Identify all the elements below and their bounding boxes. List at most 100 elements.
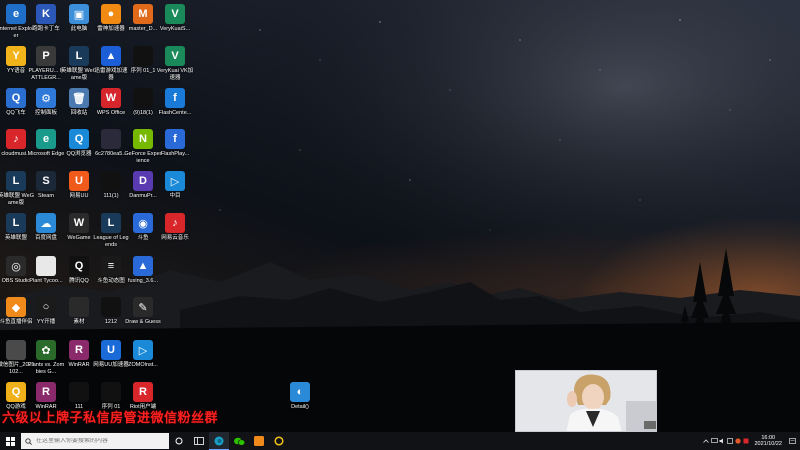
verykuai-icon: V: [165, 4, 185, 24]
fan-group-banner: 六级以上牌子私信房管进微信粉丝群: [2, 410, 219, 425]
desktop-shortcut[interactable]: f FlashPlay...: [159, 129, 191, 169]
zhongmu-icon: ▷: [165, 171, 185, 191]
desktop-shortcut[interactable]: 🗑 回收站: [63, 88, 95, 128]
this-pc-icon: ▣: [69, 4, 89, 24]
taskbar-app-wechat[interactable]: [229, 432, 249, 450]
desktop-shortcut[interactable]: Plant Tycoo...: [29, 256, 63, 296]
desktop-shortcut[interactable]: (9)18(1): [127, 88, 159, 128]
desktop-shortcut[interactable]: ≡ 斗鱼动态图: [95, 256, 127, 296]
desktop-shortcut[interactable]: ▲ fuxing_3.6...: [127, 256, 159, 296]
file-9181-icon: [133, 88, 153, 108]
desktop-shortcut-label: FlashCente...: [158, 110, 192, 116]
task-view-button[interactable]: [189, 432, 209, 450]
desktop-shortcut[interactable]: ♪ 网易云音乐: [159, 213, 191, 253]
flash-player-icon: f: [165, 129, 185, 149]
douyu-companion-icon: ◆: [6, 297, 26, 317]
kartrider-icon: K: [36, 4, 56, 24]
taskbar-app-edge[interactable]: [209, 432, 229, 450]
desktop-shortcut[interactable]: ◉ 斗鱼: [127, 213, 159, 253]
edge-icon: e: [36, 129, 56, 149]
system-tray: 16:00 2021/10/22: [702, 432, 800, 450]
tray-app-2[interactable]: [734, 432, 742, 450]
action-center-button[interactable]: [788, 432, 796, 450]
taskbar-app-yy[interactable]: [269, 432, 289, 450]
internet-explorer-icon: e: [6, 4, 26, 24]
webcam-overlay: [515, 370, 657, 432]
file-1212-icon: [101, 297, 121, 317]
desktop-shortcut[interactable]: 1212: [95, 297, 127, 337]
desktop-shortcut[interactable]: ⚙ 控制面板: [30, 88, 62, 128]
desktop-shortcut[interactable]: ◐ Detail(): [284, 382, 316, 422]
desktop-shortcut[interactable]: Q 腾讯QQ: [63, 256, 95, 296]
desktop-shortcut[interactable]: ▲ 迅雷游戏加速器: [94, 46, 128, 86]
desktop-shortcut[interactable]: S Steam: [30, 171, 62, 211]
douyu-gif-icon: ≡: [101, 256, 121, 276]
desktop-shortcut[interactable]: V VeryKuai VK加速器: [156, 46, 194, 86]
desktop-shortcut[interactable]: ● 雷神加速器: [95, 4, 127, 44]
desktop-shortcut[interactable]: W WPS Office: [95, 88, 127, 128]
search-input[interactable]: [36, 438, 166, 444]
tencent-qq-icon: Q: [69, 256, 89, 276]
show-hidden-icons-button[interactable]: [702, 432, 710, 450]
desktop-shortcut[interactable]: Q QQ浏览器: [63, 129, 95, 169]
desktop-shortcut[interactable]: W WeGame: [63, 213, 95, 253]
fuxing-icon: ▲: [133, 256, 153, 276]
leishen-accelerator-icon: ●: [101, 4, 121, 24]
desktop-shortcut[interactable]: ◎ OBS Studio: [0, 256, 32, 296]
desktop-shortcut[interactable]: N GeForce Experience: [124, 129, 162, 169]
cortana-button[interactable]: [169, 432, 189, 450]
danmu-pro-icon: D: [133, 171, 153, 191]
desktop-shortcut[interactable]: e Internet Explorer: [0, 4, 34, 44]
desktop-shortcut-label: FlashPlay...: [160, 151, 190, 157]
desktop-shortcut[interactable]: L League of Legends: [93, 213, 129, 253]
desktop-shortcut[interactable]: U 网易UU: [63, 171, 95, 211]
desktop-shortcut[interactable]: ☁ 百度网盘: [30, 213, 62, 253]
desktop-shortcut[interactable]: 6c2780ea5...: [95, 129, 127, 169]
desktop-shortcut[interactable]: U 网易UU加速器: [93, 340, 129, 380]
desktop-shortcut[interactable]: 111(1): [95, 171, 127, 211]
flash-center-icon: f: [165, 88, 185, 108]
tray-app-1[interactable]: [726, 432, 734, 450]
desktop-shortcut[interactable]: Mmaster_D...: [127, 4, 159, 44]
desktop-shortcut[interactable]: R WinRAR: [63, 340, 95, 380]
start-button[interactable]: [0, 432, 20, 450]
desktop-shortcut[interactable]: ✎ Draw & Guess: [125, 297, 161, 337]
chevron-up-icon: [703, 439, 710, 443]
desktop-shortcut-label: VeryKuai VK加速器: [156, 68, 194, 81]
tray-app-3[interactable]: [742, 432, 750, 450]
master-d-icon: M: [133, 4, 153, 24]
wps-office-icon: W: [101, 88, 121, 108]
winrar-icon: R: [69, 340, 89, 360]
desktop-shortcut[interactable]: ▣ 此电脑: [63, 4, 95, 44]
desktop-shortcut[interactable]: 序列 01_1: [127, 46, 159, 86]
desktop-shortcut[interactable]: ▷ 中目: [159, 171, 191, 211]
desktop-shortcut[interactable]: D DanmuPr...: [127, 171, 159, 211]
desktop-shortcut[interactable]: ○ YY开播: [30, 297, 62, 337]
desktop-shortcut[interactable]: ♪ cloudmusi...: [0, 129, 32, 169]
tray-network[interactable]: [710, 432, 718, 450]
sequence-01-icon: [101, 382, 121, 402]
desktop-shortcut[interactable]: V VeryKuaiS...: [159, 4, 191, 44]
taskbar-search-box[interactable]: [21, 433, 169, 449]
desktop-shortcut[interactable]: ✿ Plants vs. Zombies G...: [28, 340, 64, 380]
desktop-shortcut[interactable]: Q QQ飞车: [0, 88, 32, 128]
desktop-shortcut[interactable]: L 英雄联盟: [0, 213, 32, 253]
desktop-shortcut[interactable]: ▷ ZOMOlnst...: [127, 340, 159, 380]
desktop-shortcut[interactable]: f FlashCente...: [159, 88, 191, 128]
desktop-shortcut[interactable]: L 英雄联盟 WeGame版: [0, 171, 34, 211]
lol-icon: L: [6, 213, 26, 233]
taskbar-app-orange[interactable]: [249, 432, 269, 450]
desktop-shortcut[interactable]: P PLAYERU... BATTLEGR...: [28, 46, 64, 86]
windows-logo-icon: [5, 436, 15, 446]
desktop-shortcut[interactable]: L 英雄联盟 WeGame版: [61, 46, 97, 86]
desktop-shortcut[interactable]: K 跑跑卡丁车: [30, 4, 62, 44]
taskbar-clock[interactable]: 16:00 2021/10/22: [754, 435, 782, 448]
verykuai-vk-icon: V: [165, 46, 185, 66]
desktop-shortcut[interactable]: 素材: [63, 297, 95, 337]
lol-wegame-2-icon: L: [6, 171, 26, 191]
desktop-shortcut[interactable]: e Microsoft Edge: [28, 129, 64, 169]
desktop-shortcut[interactable]: ◆ 斗鱼直播伴侣: [0, 297, 33, 337]
desktop-shortcut-label: Draw & Guess: [125, 319, 161, 325]
tray-volume[interactable]: [718, 432, 726, 450]
douyu-icon: ◉: [133, 213, 153, 233]
